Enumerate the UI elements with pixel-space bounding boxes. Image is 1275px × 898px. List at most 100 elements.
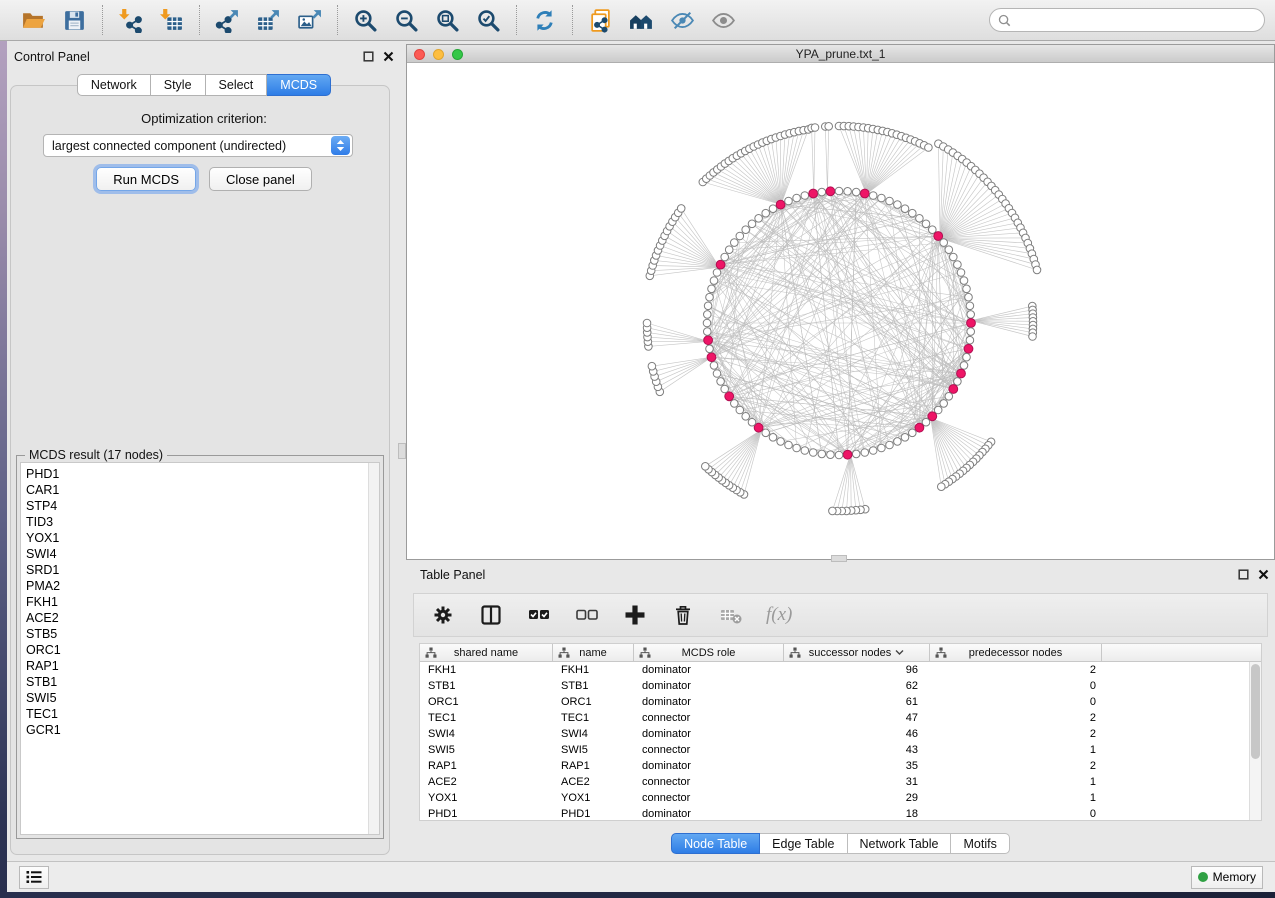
table-row[interactable]: YOX1YOX1connector291 <box>420 790 1261 806</box>
result-node-item[interactable]: SWI5 <box>26 690 61 706</box>
import-network-file-icon[interactable] <box>117 7 144 34</box>
table-cell: 1 <box>930 742 1102 758</box>
zoom-fit-icon[interactable] <box>434 7 461 34</box>
table-cell: dominator <box>634 694 784 710</box>
tab-node-table[interactable]: Node Table <box>671 833 760 854</box>
table-row[interactable]: PHD1PHD1dominator180 <box>420 806 1261 822</box>
import-table-file-icon[interactable] <box>158 7 185 34</box>
mcds-result-list[interactable]: PHD1CAR1STP4TID3YOX1SWI4SRD1PMA2FKH1ACE2… <box>20 462 380 835</box>
result-node-item[interactable]: ACE2 <box>26 610 61 626</box>
close-panel-icon[interactable] <box>383 51 394 62</box>
export-network-icon[interactable] <box>214 7 241 34</box>
column-header-name[interactable]: name <box>553 644 634 661</box>
column-header-predecessor-nodes[interactable]: predecessor nodes <box>930 644 1102 661</box>
result-node-item[interactable]: TID3 <box>26 514 61 530</box>
network-canvas[interactable] <box>407 63 1274 559</box>
hide-panel-icon[interactable] <box>669 7 696 34</box>
table-cell: ACE2 <box>553 774 634 790</box>
network-graph[interactable] <box>407 63 1274 559</box>
column-header-shared-name[interactable]: shared name <box>420 644 553 661</box>
horizontal-splitter-handle[interactable] <box>831 555 847 562</box>
table-scrollbar[interactable] <box>1249 662 1261 820</box>
result-node-item[interactable]: ORC1 <box>26 642 61 658</box>
show-columns-icon[interactable] <box>478 602 504 628</box>
open-file-icon[interactable] <box>20 7 47 34</box>
table-mode-gear-icon[interactable] <box>430 602 456 628</box>
delete-table-icon[interactable] <box>718 602 744 628</box>
tab-network[interactable]: Network <box>77 74 151 96</box>
network-home-icon[interactable] <box>628 7 655 34</box>
network-window-titlebar[interactable]: YPA_prune.txt_1 <box>407 45 1274 63</box>
zoom-selected-icon[interactable] <box>475 7 502 34</box>
close-panel-icon[interactable] <box>1258 569 1269 580</box>
vertical-splitter-handle[interactable] <box>398 443 406 459</box>
clone-network-icon[interactable] <box>587 7 614 34</box>
table-row[interactable]: SWI4SWI4dominator462 <box>420 726 1261 742</box>
table-row[interactable]: FKH1FKH1dominator962 <box>420 662 1261 678</box>
export-table-icon[interactable] <box>255 7 282 34</box>
tab-motifs[interactable]: Motifs <box>951 833 1009 854</box>
result-node-item[interactable]: YOX1 <box>26 530 61 546</box>
task-history-button[interactable] <box>19 866 49 889</box>
new-column-icon[interactable] <box>622 602 648 628</box>
result-node-item[interactable]: SRD1 <box>26 562 61 578</box>
column-header-MCDS-role[interactable]: MCDS role <box>634 644 784 661</box>
result-node-item[interactable]: CAR1 <box>26 482 61 498</box>
table-row[interactable]: SWI5SWI5connector431 <box>420 742 1261 758</box>
result-node-item[interactable]: STB5 <box>26 626 61 642</box>
table-row[interactable]: ACE2ACE2connector311 <box>420 774 1261 790</box>
tab-style[interactable]: Style <box>151 74 206 96</box>
table-cell: SWI5 <box>420 742 553 758</box>
table-row[interactable]: STB1STB1dominator620 <box>420 678 1261 694</box>
float-panel-icon[interactable] <box>363 51 374 62</box>
search-input[interactable] <box>1016 13 1256 27</box>
result-node-item[interactable]: FKH1 <box>26 594 61 610</box>
table-cell: TEC1 <box>553 710 634 726</box>
table-scrollbar-thumb[interactable] <box>1251 664 1260 759</box>
show-panel-icon[interactable] <box>710 7 737 34</box>
task-list-icon <box>26 870 42 884</box>
mcds-result-box: MCDS result (17 nodes) PHD1CAR1STP4TID3Y… <box>16 455 384 839</box>
float-panel-icon[interactable] <box>1238 569 1249 580</box>
result-node-item[interactable]: STP4 <box>26 498 61 514</box>
memory-button[interactable]: Memory <box>1191 866 1263 889</box>
function-builder-icon[interactable]: f(x) <box>766 604 792 626</box>
table-row[interactable]: ORC1ORC1dominator610 <box>420 694 1261 710</box>
network-window: YPA_prune.txt_1 <box>406 44 1275 560</box>
close-panel-button[interactable]: Close panel <box>209 167 312 191</box>
run-mcds-button[interactable]: Run MCDS <box>96 167 196 191</box>
export-image-icon[interactable] <box>296 7 323 34</box>
search-field[interactable] <box>989 8 1265 32</box>
optimization-criterion-value: largest connected component (undirected) <box>52 139 331 153</box>
table-cell: STB1 <box>553 678 634 694</box>
table-row[interactable]: RAP1RAP1dominator352 <box>420 758 1261 774</box>
toolbar-separator <box>516 5 517 35</box>
refresh-view-icon[interactable] <box>531 7 558 34</box>
save-session-icon[interactable] <box>61 7 88 34</box>
result-node-item[interactable]: PHD1 <box>26 466 61 482</box>
zoom-out-icon[interactable] <box>393 7 420 34</box>
tab-edge-table[interactable]: Edge Table <box>760 833 847 854</box>
tab-network-table[interactable]: Network Table <box>848 833 952 854</box>
table-cell: 1 <box>930 790 1102 806</box>
optimization-criterion-label: Optimization criterion: <box>8 111 400 126</box>
optimization-criterion-select[interactable]: largest connected component (undirected) <box>43 134 353 157</box>
result-node-item[interactable]: SWI4 <box>26 546 61 562</box>
result-node-item[interactable]: PMA2 <box>26 578 61 594</box>
table-cell: ORC1 <box>420 694 553 710</box>
tab-select[interactable]: Select <box>206 74 268 96</box>
column-header-successor-nodes[interactable]: successor nodes <box>784 644 930 661</box>
result-node-item[interactable]: RAP1 <box>26 658 61 674</box>
deselect-all-icon[interactable] <box>574 602 600 628</box>
zoom-in-icon[interactable] <box>352 7 379 34</box>
table-cell: PHD1 <box>420 806 553 822</box>
result-scrollbar[interactable] <box>368 463 379 834</box>
delete-columns-icon[interactable] <box>670 602 696 628</box>
result-node-item[interactable]: TEC1 <box>26 706 61 722</box>
table-row[interactable]: TEC1TEC1connector472 <box>420 710 1261 726</box>
result-node-item[interactable]: GCR1 <box>26 722 61 738</box>
tab-mcds[interactable]: MCDS <box>267 74 331 96</box>
table-cell: PHD1 <box>553 806 634 822</box>
select-all-icon[interactable] <box>526 602 552 628</box>
result-node-item[interactable]: STB1 <box>26 674 61 690</box>
